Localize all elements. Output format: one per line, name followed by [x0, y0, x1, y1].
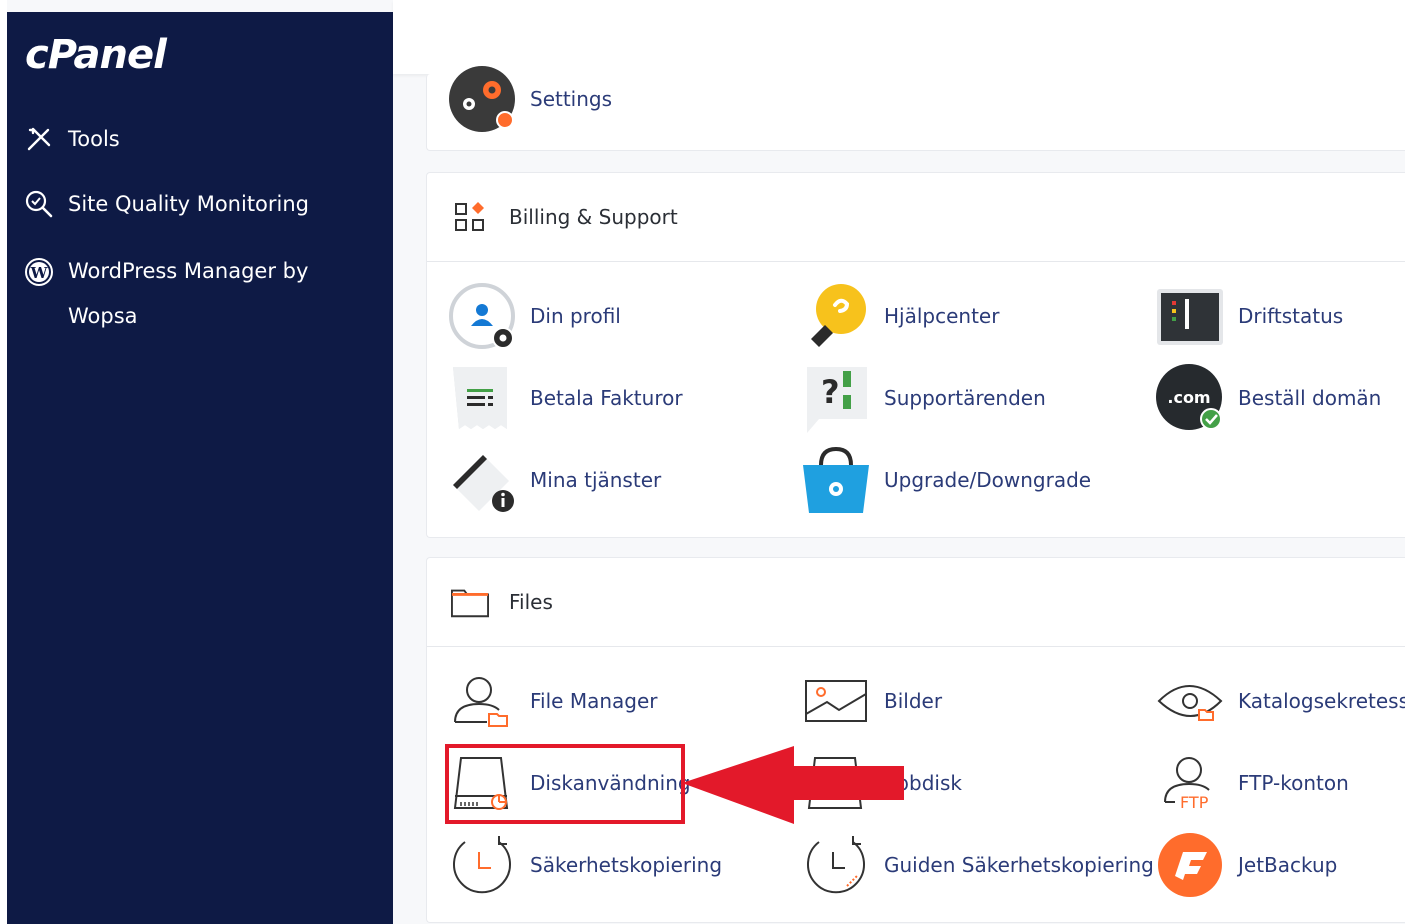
lightbulb-help-icon [801, 281, 871, 351]
settings-gears-icon [447, 64, 517, 134]
ftp-text: FTP [1180, 793, 1209, 812]
sidebar-item-wordpress-manager[interactable]: W WordPress Manager by Wopsa [24, 249, 344, 339]
domain-com-icon: .com [1155, 363, 1225, 433]
tool-label: Driftstatus [1238, 304, 1344, 328]
ftp-accounts-icon: FTP [1155, 748, 1225, 818]
files-header[interactable]: Files [427, 558, 1405, 647]
section-title: Billing & Support [509, 205, 678, 229]
billing-support-icon [451, 198, 489, 236]
sidebar-item-label: Site Quality Monitoring [68, 192, 310, 216]
tool-label: Beställ domän [1238, 386, 1382, 410]
invoice-icon [447, 363, 517, 433]
tool-label: Supportärenden [884, 386, 1046, 410]
billing-support-header[interactable]: Billing & Support [427, 173, 1405, 262]
sidebar-item-label: Tools [68, 127, 120, 151]
tool-file-manager[interactable]: File Manager [447, 666, 658, 736]
tool-label: Bilder [884, 689, 943, 713]
highlight-box [445, 744, 685, 824]
tool-din-profil[interactable]: Din profil [447, 281, 621, 351]
tool-katalogsekretess[interactable]: Katalogsekretess [1155, 666, 1405, 736]
tool-guiden-sakerhetskopiering[interactable]: Guiden Säkerhetskopiering [801, 830, 1154, 900]
tool-label: Hjälpcenter [884, 304, 1000, 328]
sidebar: cPanel Tools Site Quality Monitoring W W… [7, 12, 393, 924]
tool-label: JetBackup [1238, 853, 1338, 877]
tool-driftstatus[interactable]: Driftstatus [1155, 281, 1343, 351]
tool-sakerhetskopiering[interactable]: Säkerhetskopiering [447, 830, 722, 900]
tool-label: Guiden Säkerhetskopiering [884, 853, 1154, 877]
image-icon [801, 666, 871, 736]
shopping-bag-icon [801, 445, 871, 515]
tool-label: Upgrade/Downgrade [884, 468, 1092, 492]
backup-clock-icon [447, 830, 517, 900]
tool-jetbackup[interactable]: JetBackup [1155, 830, 1337, 900]
tool-mina-tjanster[interactable]: Mina tjänster [447, 445, 661, 515]
tool-label: File Manager [530, 689, 658, 713]
com-badge-text: .com [1167, 388, 1210, 407]
profile-icon [447, 281, 517, 351]
tool-label: Mina tjänster [530, 468, 662, 492]
section-title: Files [509, 590, 553, 614]
tool-hjalpcenter[interactable]: Hjälpcenter [801, 281, 999, 351]
sidebar-item-label: WordPress Manager by Wopsa [68, 259, 309, 328]
backup-wizard-icon [801, 830, 871, 900]
tool-bestall-doman[interactable]: .com Beställ domän [1155, 363, 1381, 433]
wordpress-icon: W [24, 257, 54, 287]
tool-label: Settings [530, 87, 613, 111]
tool-bilder[interactable]: Bilder [801, 666, 942, 736]
jetbackup-icon [1155, 830, 1225, 900]
tool-label: FTP-konton [1238, 771, 1349, 795]
sidebar-item-site-quality[interactable]: Site Quality Monitoring [24, 189, 309, 219]
services-card-icon [447, 445, 517, 515]
svg-text:W: W [30, 264, 49, 282]
tool-betala-fakturor[interactable]: Betala Fakturor [447, 363, 683, 433]
tool-label: Betala Fakturor [530, 386, 683, 410]
preferences-card: Settings [426, 66, 1405, 151]
tool-supportarenden[interactable]: ? Supportärenden [801, 363, 1046, 433]
red-arrow-icon [682, 746, 904, 824]
tools-icon [24, 124, 54, 154]
page-edge [0, 0, 7, 924]
server-status-icon [1155, 281, 1225, 351]
support-ticket-icon: ? [801, 363, 871, 433]
sidebar-item-tools[interactable]: Tools [24, 124, 120, 154]
eye-folder-icon [1155, 666, 1225, 736]
file-manager-icon [447, 666, 517, 736]
tool-label: Katalogsekretess [1238, 689, 1405, 713]
tool-upgrade-downgrade[interactable]: Upgrade/Downgrade [801, 445, 1091, 515]
svg-text:?: ? [821, 373, 840, 411]
cpanel-logo[interactable]: cPanel [25, 32, 167, 78]
folder-icon [451, 583, 489, 621]
tool-settings[interactable]: Settings [447, 64, 612, 134]
magnifier-check-icon [24, 189, 54, 219]
top-bar [393, 0, 1405, 74]
tool-label: Din profil [530, 304, 621, 328]
tool-label: Säkerhetskopiering [530, 853, 723, 877]
tool-ftp-konton[interactable]: FTP FTP-konton [1155, 748, 1349, 818]
